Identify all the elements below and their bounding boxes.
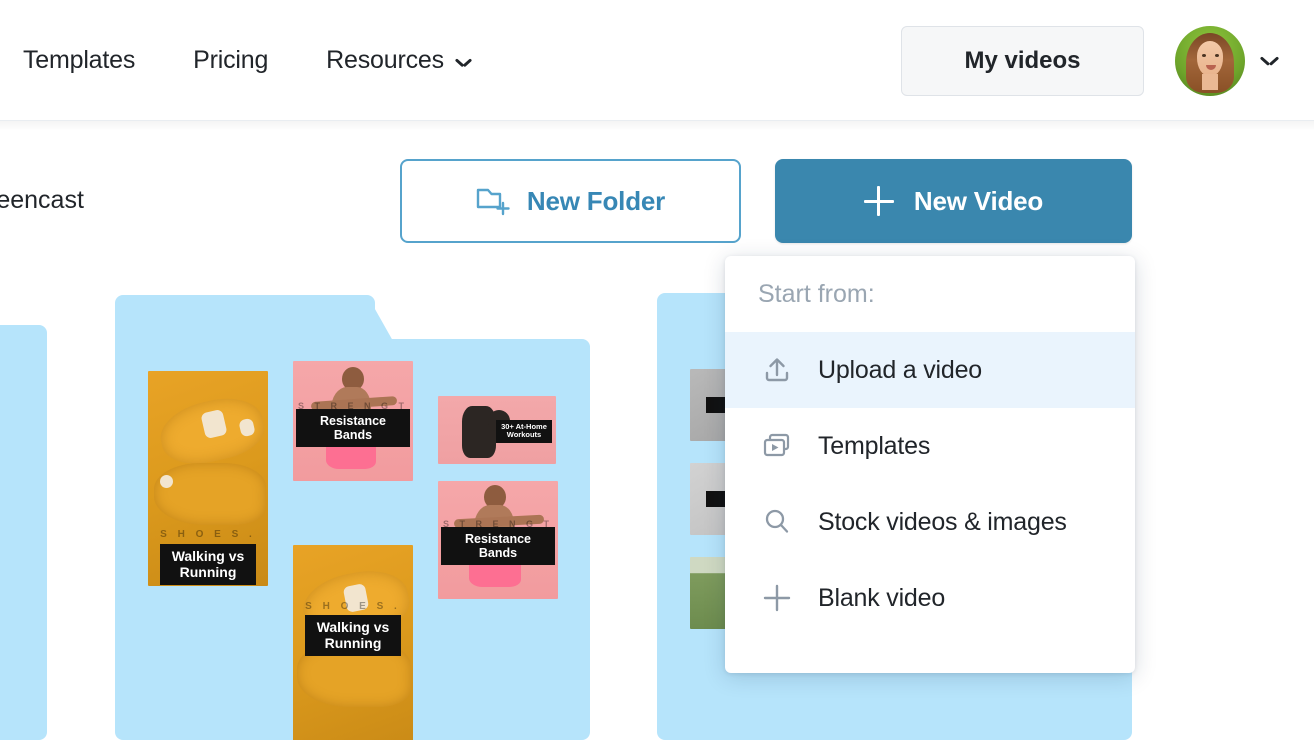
folder-tab-notch [367,295,393,341]
thumbnail-overlay-text: S H O E S . [160,529,256,540]
plus-icon [863,186,894,216]
app-root: Templates Pricing Resources My videos ee… [0,0,1314,740]
my-videos-button[interactable]: My videos [901,25,1144,96]
top-navigation-bar: Templates Pricing Resources My videos [0,0,1314,121]
breadcrumb: reencast [0,186,84,214]
dropdown-item-label: Upload a video [818,355,982,384]
shoes-portrait-thumbnail-2[interactable]: S H O E S . Walking vs Running [293,545,413,740]
nav-link-pricing[interactable]: Pricing [164,46,297,75]
avatar-eye-left [1202,53,1206,57]
plus-icon [758,579,796,617]
folder-left-partial[interactable] [0,325,47,740]
resistance-bands-thumbnail-2[interactable]: S T R E N G T H Resistance Bands [438,481,558,599]
nav-link-label: Templates [23,45,136,74]
dropdown-title: Start from: [758,279,875,308]
new-video-label: New Video [913,185,1044,216]
nav-link-resources[interactable]: Resources [297,46,500,75]
shoe-shape [154,463,266,525]
avatar[interactable] [1175,25,1245,96]
thumbnail-caption: Resistance Bands [441,527,555,565]
thumbnail-caption: Resistance Bands [296,409,410,447]
thumbnail-caption: Walking vs Running [305,615,401,657]
top-bar-right: My videos [901,0,1314,121]
account-chevron-down-icon[interactable] [1261,56,1278,66]
folder-tab [0,325,47,740]
chevron-down-icon [456,58,471,67]
new-folder-button[interactable]: New Folder [400,159,741,243]
shoe-patch [160,475,173,488]
nav-link-label: Resources [326,45,444,74]
shoes-portrait-thumbnail[interactable]: S H O E S . Walking vs Running [148,371,268,586]
avatar-neck [1202,73,1218,90]
nav-links: Templates Pricing Resources [0,46,500,75]
thumbnail-overlay-text: S H O E S . [305,601,401,612]
thumbnail-caption: Walking vs Running [160,544,256,586]
avatar-eye-right [1215,53,1219,57]
folder-body-top-fill [391,339,590,349]
avatar-face [1197,40,1223,76]
dropdown-item-label: Templates [818,431,931,460]
at-home-workouts-thumbnail[interactable]: 30+ At-Home Workouts [438,396,556,464]
dropdown-item-stock-videos-images[interactable]: Stock videos & images [725,484,1135,560]
nav-link-label: Pricing [193,45,269,74]
account-menu[interactable] [1175,25,1278,96]
dropdown-item-label: Blank video [818,583,946,612]
dropdown-item-templates[interactable]: Templates [725,408,1135,484]
dropdown-item-upload-a-video[interactable]: Upload a video [725,332,1135,408]
search-icon [758,503,796,541]
my-videos-label: My videos [964,46,1081,74]
templates-icon [758,427,796,465]
dropdown-item-blank-video[interactable]: Blank video [725,560,1135,636]
thumbnail-caption: 30+ At-Home Workouts [496,420,552,443]
upload-icon [758,351,796,389]
new-folder-label: New Folder [526,185,666,216]
resistance-bands-thumbnail[interactable]: S T R E N G T H Resistance Bands [293,361,413,481]
header-shadow [0,121,1314,131]
folder-plus-icon [476,188,510,216]
new-video-button[interactable]: New Video [775,159,1132,243]
new-video-dropdown: Start from: Upload a video Templates Sto… [725,256,1135,673]
dropdown-item-label: Stock videos & images [818,507,1067,536]
folder-fitness[interactable]: S H O E S . Walking vs Running S T R E N… [115,295,590,740]
nav-link-templates[interactable]: Templates [0,46,164,75]
